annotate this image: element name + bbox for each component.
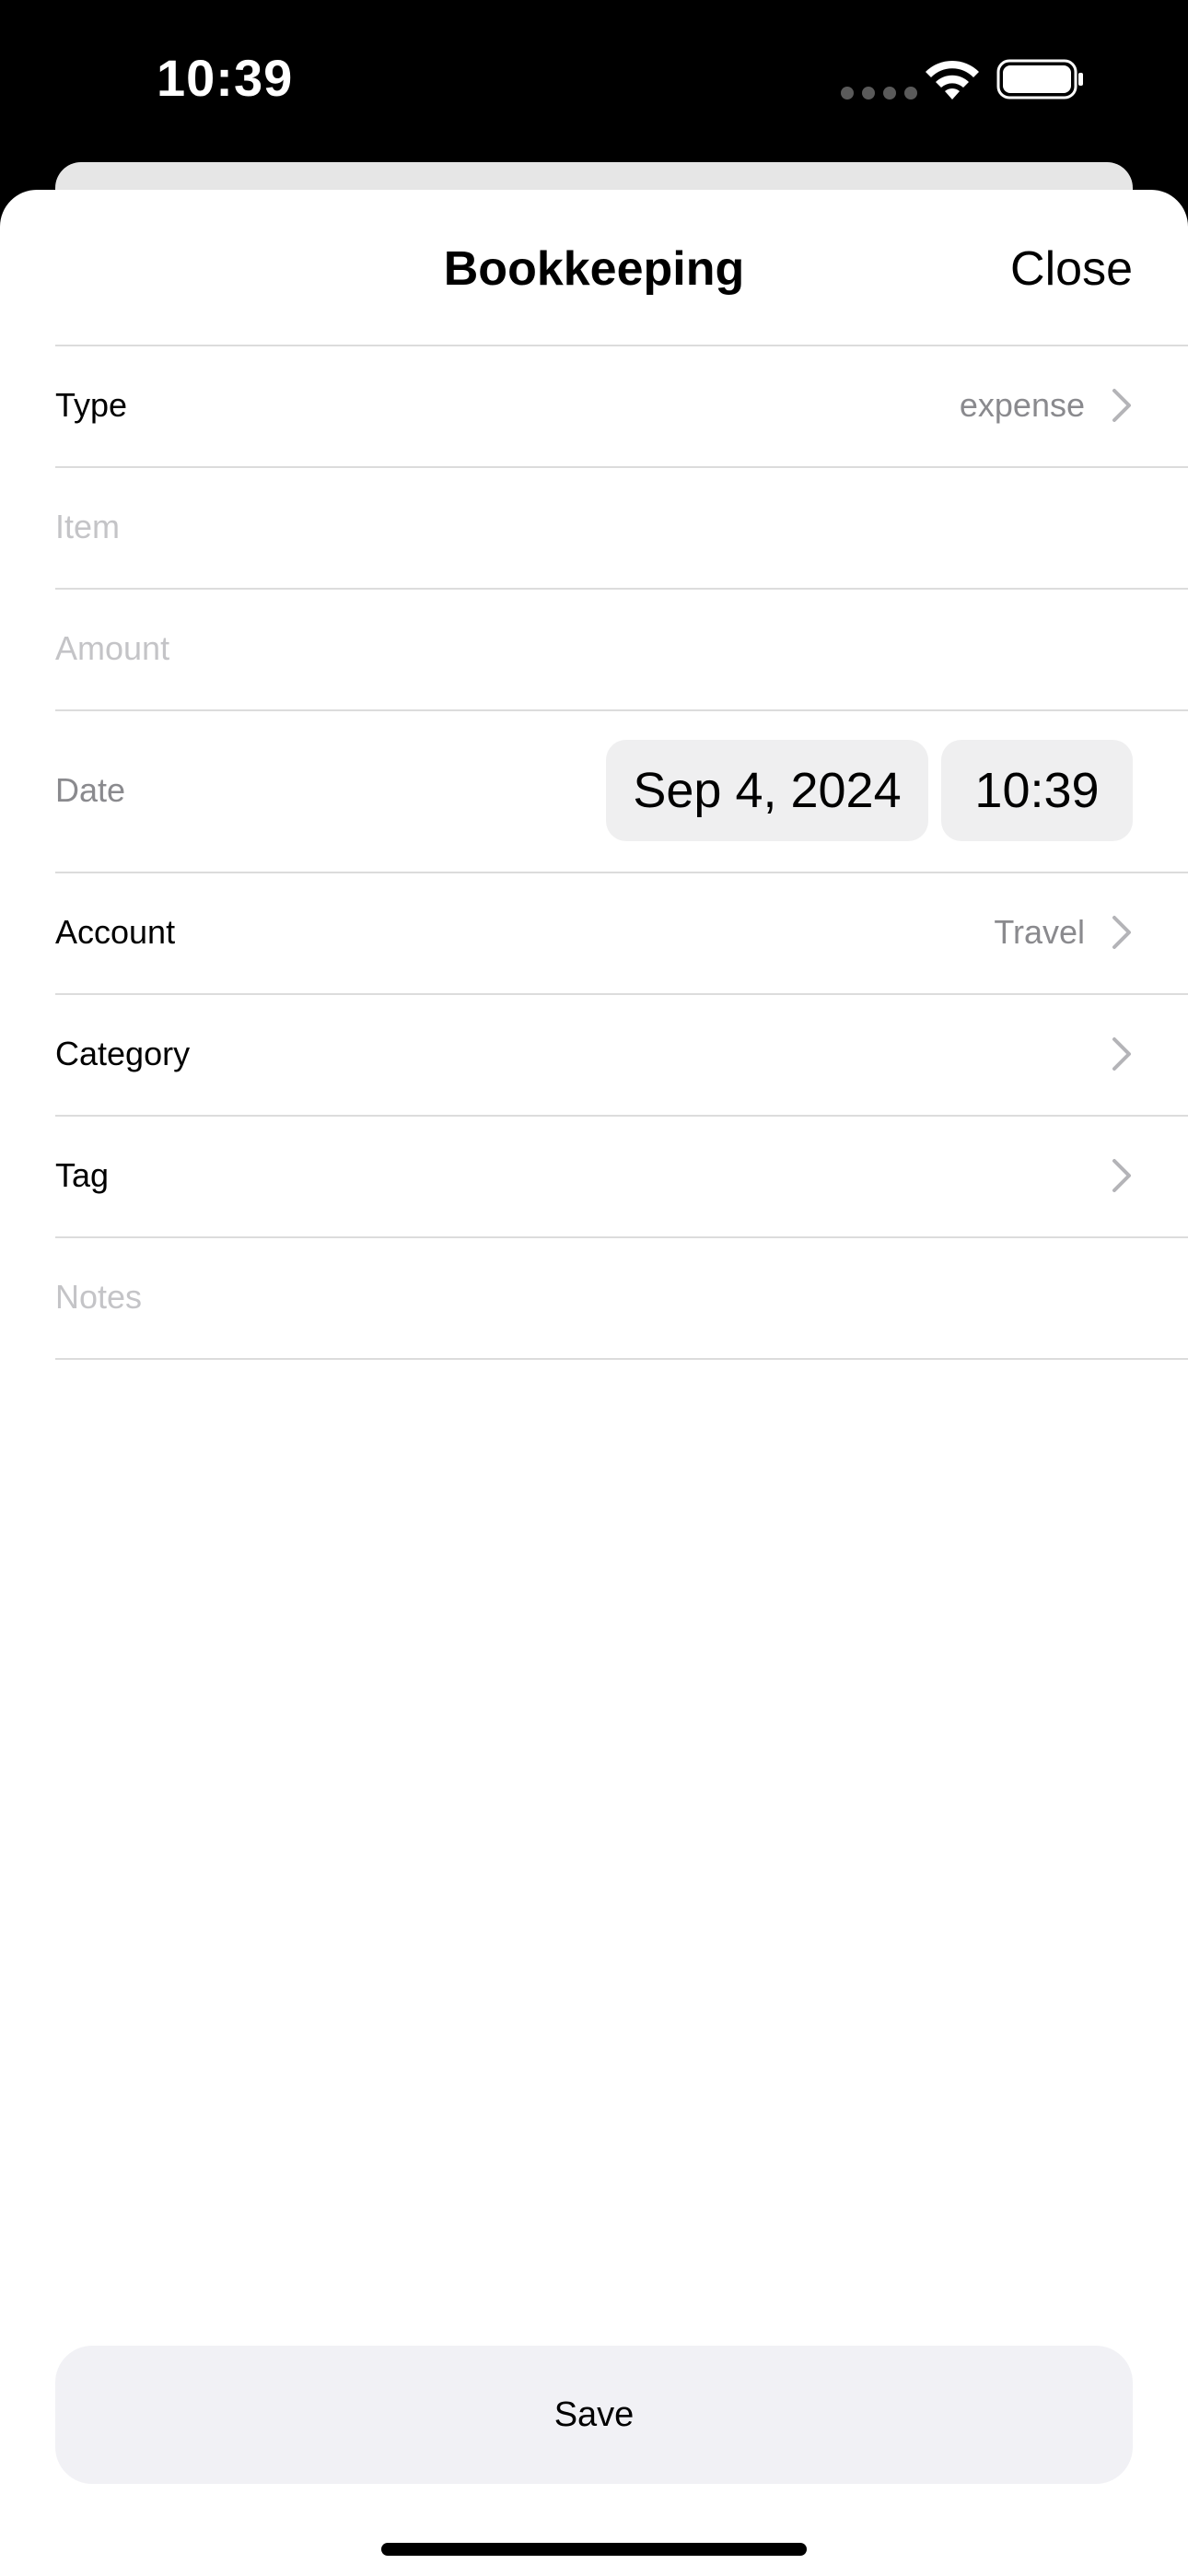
battery-icon <box>996 59 1083 100</box>
account-row[interactable]: Account Travel <box>55 872 1133 993</box>
type-row[interactable]: Type expense <box>55 345 1133 466</box>
category-label: Category <box>55 1035 191 1072</box>
item-field[interactable]: Item <box>55 466 1133 588</box>
notes-placeholder: Notes <box>55 1278 143 1316</box>
home-indicator <box>381 2543 807 2556</box>
chevron-right-icon <box>1112 389 1131 422</box>
chevron-right-icon <box>1112 1159 1131 1192</box>
save-button[interactable]: Save <box>55 2346 1133 2484</box>
wifi-icon <box>926 60 979 100</box>
date-picker-button[interactable]: Sep 4, 2024 <box>606 740 928 841</box>
chevron-right-icon <box>1112 916 1131 949</box>
account-value: Travel <box>994 913 1085 951</box>
divider <box>55 1358 1188 1360</box>
category-row[interactable]: Category <box>55 993 1133 1115</box>
amount-field[interactable]: Amount <box>55 588 1133 709</box>
status-bar: 10:39 <box>0 0 1188 166</box>
status-time: 10:39 <box>157 49 294 107</box>
tag-label: Tag <box>55 1156 110 1194</box>
signal-dots-icon <box>841 87 917 100</box>
date-label: Date <box>55 771 126 809</box>
tag-row[interactable]: Tag <box>55 1115 1133 1236</box>
notes-field[interactable]: Notes <box>55 1236 1133 1358</box>
date-row: Date Sep 4, 2024 10:39 <box>55 709 1133 872</box>
type-value: expense <box>959 386 1085 424</box>
amount-placeholder: Amount <box>55 629 170 667</box>
account-label: Account <box>55 913 176 951</box>
chevron-right-icon <box>1112 1037 1131 1071</box>
item-placeholder: Item <box>55 508 121 545</box>
close-button[interactable]: Close <box>1010 241 1133 297</box>
type-label: Type <box>55 386 128 424</box>
time-picker-button[interactable]: 10:39 <box>941 740 1133 841</box>
